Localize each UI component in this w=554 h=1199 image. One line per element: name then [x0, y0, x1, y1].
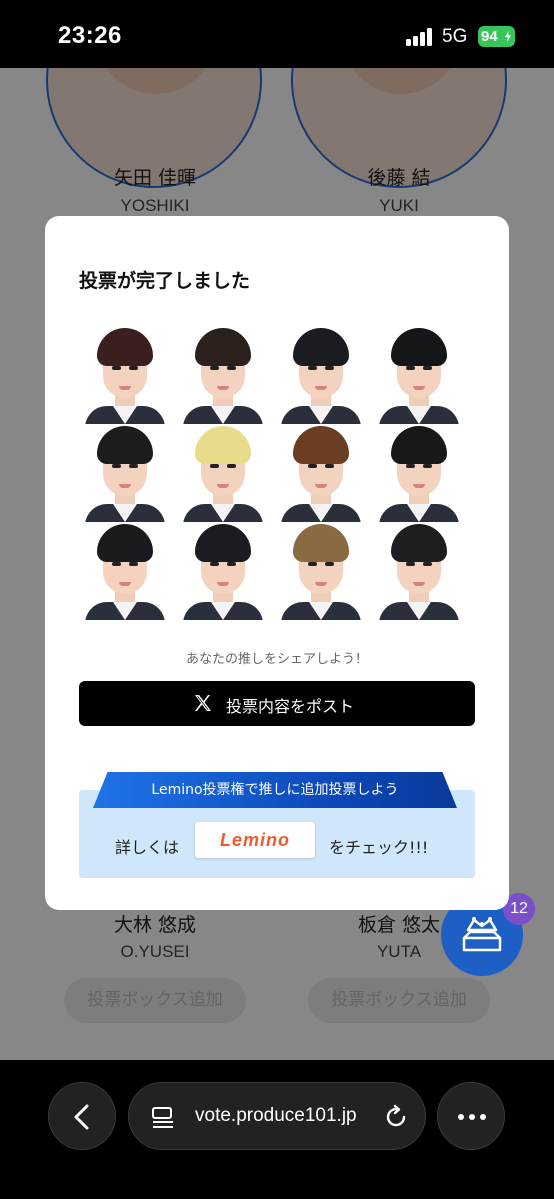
- ellipsis-icon: [458, 1114, 486, 1120]
- url-text: vote.produce101.jp: [195, 1105, 357, 1126]
- reload-icon[interactable]: [383, 1104, 409, 1130]
- battery-icon: 94: [478, 26, 515, 47]
- status-bar: 23:26 5G 94: [0, 0, 554, 68]
- member-portrait: [179, 326, 267, 424]
- member-portrait: [277, 326, 365, 424]
- member-portrait: [81, 326, 169, 424]
- member-portrait: [179, 522, 267, 620]
- crown-box-icon: [462, 917, 502, 952]
- address-bar[interactable]: vote.produce101.jp: [128, 1082, 426, 1150]
- member-portrait: [81, 522, 169, 620]
- post-to-x-button[interactable]: 投票内容をポスト: [79, 681, 475, 726]
- chevron-left-icon: [74, 1104, 89, 1130]
- lemino-logo-button[interactable]: Lemino: [195, 822, 315, 858]
- member-portrait: [375, 326, 463, 424]
- post-button-label: 投票内容をポスト: [226, 697, 355, 716]
- battery-level: 94: [481, 28, 498, 45]
- signal-icon: [406, 28, 434, 46]
- more-options-button[interactable]: [437, 1082, 505, 1150]
- browser-toolbar: vote.produce101.jp: [0, 1060, 554, 1199]
- member-portrait: [375, 424, 463, 522]
- banner-prefix-text: 詳しくは: [115, 838, 180, 857]
- lemino-promo-banner[interactable]: Lemino投票権で推しに追加投票しよう 詳しくは Lemino をチェック!!…: [79, 772, 475, 878]
- vote-complete-dialog: 投票が完了しました あなたの推しをシェアしよう！ 投票内容をポスト Lemino…: [45, 216, 509, 910]
- network-type: 5G: [442, 26, 468, 47]
- member-portrait: [375, 522, 463, 620]
- banner-suffix-text: をチェック!!!: [329, 838, 429, 857]
- page-menu-icon: [152, 1107, 173, 1128]
- back-button[interactable]: [48, 1082, 116, 1150]
- dialog-title: 投票が完了しました: [79, 270, 251, 292]
- share-prompt: あなたの推しをシェアしよう！: [185, 652, 368, 667]
- banner-ribbon: Lemino投票権で推しに追加投票しよう: [93, 772, 457, 808]
- member-portrait: [277, 424, 365, 522]
- member-portrait: [81, 424, 169, 522]
- x-logo-icon: [195, 695, 211, 711]
- member-portrait: [179, 424, 267, 522]
- status-time: 23:26: [58, 22, 122, 49]
- member-portrait: [277, 522, 365, 620]
